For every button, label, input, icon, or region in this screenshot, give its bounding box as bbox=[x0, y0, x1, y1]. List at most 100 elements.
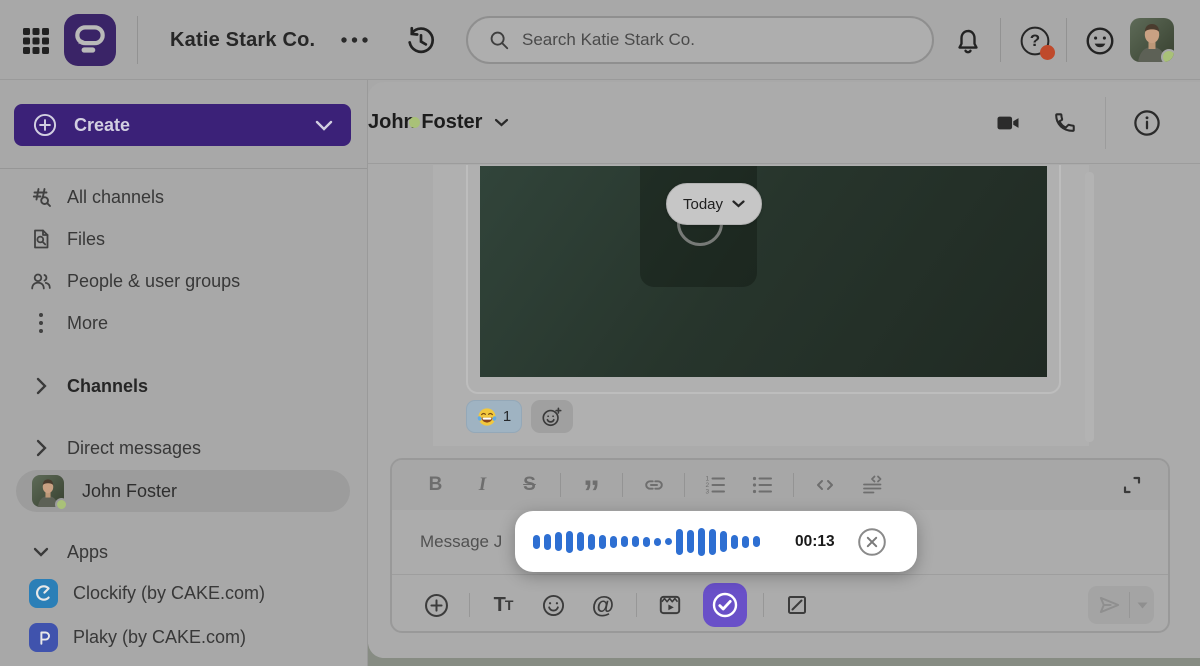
sidebar-item-all-channels[interactable]: All channels bbox=[0, 176, 368, 218]
send-button-group bbox=[1088, 586, 1154, 624]
plaky-icon bbox=[29, 623, 58, 652]
chevron-down-icon bbox=[29, 547, 53, 557]
voice-recorder: 00:13 bbox=[515, 511, 917, 572]
app-item-plaky[interactable]: Plaky (by CAKE.com) bbox=[0, 616, 368, 658]
user-avatar[interactable] bbox=[1130, 18, 1174, 62]
sidebar: Create All channels Files bbox=[0, 80, 368, 666]
dm-avatar bbox=[32, 475, 64, 507]
section-label: Apps bbox=[67, 542, 108, 563]
workspace-name[interactable]: Katie Stark Co. bbox=[170, 0, 315, 80]
presence-dot bbox=[1161, 49, 1174, 62]
sidebar-item-people[interactable]: People & user groups bbox=[0, 260, 368, 302]
sidebar-item-files[interactable]: Files bbox=[0, 218, 368, 260]
plus-circle-icon bbox=[32, 112, 58, 138]
info-icon[interactable] bbox=[1130, 106, 1164, 140]
notifications-bell-icon[interactable] bbox=[952, 26, 984, 58]
workspace-menu-icon[interactable] bbox=[340, 0, 370, 80]
topbar-divider bbox=[1000, 18, 1001, 62]
history-icon[interactable] bbox=[404, 24, 438, 58]
section-label: Direct messages bbox=[67, 438, 201, 459]
header-divider bbox=[1105, 97, 1106, 149]
video-attachment[interactable] bbox=[480, 166, 1047, 377]
bold-icon[interactable]: B bbox=[419, 469, 452, 501]
create-button[interactable]: Create bbox=[14, 104, 351, 146]
reaction-count: 1 bbox=[503, 408, 511, 425]
ordered-list-icon[interactable]: 123 bbox=[699, 469, 732, 501]
search-input[interactable] bbox=[522, 30, 882, 50]
toolbar-divider bbox=[684, 473, 685, 497]
date-label: Today bbox=[683, 196, 723, 213]
pumble-logo[interactable] bbox=[64, 14, 116, 66]
voice-record-confirm-button[interactable] bbox=[703, 583, 747, 627]
strikethrough-icon[interactable]: S bbox=[513, 469, 546, 501]
toolbar-divider bbox=[469, 593, 470, 617]
sidebar-item-label: Files bbox=[67, 229, 105, 250]
sidebar-item-label: More bbox=[67, 313, 108, 334]
video-call-icon[interactable] bbox=[991, 106, 1025, 140]
top-bar: Katie Stark Co. bbox=[0, 0, 1200, 80]
video-message-icon[interactable] bbox=[653, 588, 687, 622]
reaction-pill[interactable]: 1 bbox=[466, 400, 522, 433]
sidebar-divider bbox=[0, 168, 367, 169]
draw-icon[interactable] bbox=[780, 588, 814, 622]
chevron-down-icon bbox=[732, 200, 745, 208]
presence-dot bbox=[55, 498, 68, 511]
italic-icon[interactable]: I bbox=[466, 469, 499, 501]
topbar-divider bbox=[1066, 18, 1067, 62]
app-item-label: Clockify (by CAKE.com) bbox=[73, 583, 265, 604]
dm-item-john-foster[interactable]: John Foster bbox=[16, 470, 350, 512]
app-item-label: Plaky (by CAKE.com) bbox=[73, 627, 246, 648]
clockify-icon bbox=[29, 579, 58, 608]
emoji-status-icon[interactable] bbox=[1084, 25, 1116, 57]
emoji-icon[interactable] bbox=[536, 588, 570, 622]
add-reaction-button[interactable] bbox=[531, 400, 573, 433]
attach-plus-icon[interactable] bbox=[419, 588, 453, 622]
section-label: Channels bbox=[67, 376, 148, 397]
presence-dot bbox=[409, 117, 420, 128]
code-icon[interactable] bbox=[808, 469, 841, 501]
section-apps[interactable]: Apps bbox=[0, 531, 368, 573]
help-notification-dot bbox=[1040, 45, 1055, 60]
channel-browser-icon bbox=[29, 185, 53, 209]
scrollbar[interactable] bbox=[1085, 172, 1094, 442]
formatting-toolbar: B I S ” 123 bbox=[392, 460, 1168, 510]
expand-composer-icon[interactable] bbox=[1116, 469, 1148, 501]
toolbar-divider bbox=[763, 593, 764, 617]
quote-icon[interactable]: ” bbox=[575, 469, 608, 501]
chevron-right-icon bbox=[29, 439, 53, 457]
chevron-right-icon bbox=[29, 377, 53, 395]
help-icon[interactable]: ? bbox=[1018, 24, 1052, 58]
link-icon[interactable] bbox=[637, 469, 670, 501]
chat-header: John Foster bbox=[368, 82, 1200, 164]
apps-grid-icon[interactable] bbox=[22, 27, 50, 55]
chat-title[interactable]: John Foster bbox=[368, 111, 482, 134]
laughing-emoji-icon bbox=[477, 407, 497, 427]
section-channels[interactable]: Channels bbox=[0, 365, 368, 407]
mention-icon[interactable]: @ bbox=[586, 588, 620, 622]
file-search-icon bbox=[29, 227, 53, 251]
dm-name: John Foster bbox=[82, 481, 177, 502]
sidebar-item-more[interactable]: More bbox=[0, 302, 368, 344]
section-direct-messages[interactable]: Direct messages bbox=[0, 427, 368, 469]
search-bar[interactable] bbox=[466, 16, 934, 64]
message-placeholder: Message J bbox=[420, 532, 502, 552]
bullet-list-icon[interactable] bbox=[746, 469, 779, 501]
app-window: Katie Stark Co. bbox=[0, 0, 1200, 666]
more-vertical-icon bbox=[29, 312, 53, 334]
toolbar-divider bbox=[560, 473, 561, 497]
phone-call-icon[interactable] bbox=[1047, 106, 1081, 140]
create-label: Create bbox=[74, 115, 315, 136]
cancel-recording-button[interactable] bbox=[857, 527, 887, 557]
topbar-divider bbox=[137, 16, 138, 64]
app-item-clockify[interactable]: Clockify (by CAKE.com) bbox=[0, 572, 368, 614]
text-format-icon[interactable]: TT bbox=[486, 588, 520, 622]
recording-timer: 00:13 bbox=[795, 533, 843, 551]
toolbar-divider bbox=[793, 473, 794, 497]
date-separator[interactable]: Today bbox=[666, 183, 762, 225]
code-block-icon[interactable] bbox=[855, 469, 888, 501]
svg-text:3: 3 bbox=[705, 489, 709, 496]
send-options-chevron-icon[interactable] bbox=[1130, 602, 1154, 609]
toolbar-divider bbox=[622, 473, 623, 497]
chevron-down-icon[interactable] bbox=[494, 118, 509, 127]
send-button[interactable] bbox=[1088, 592, 1129, 618]
